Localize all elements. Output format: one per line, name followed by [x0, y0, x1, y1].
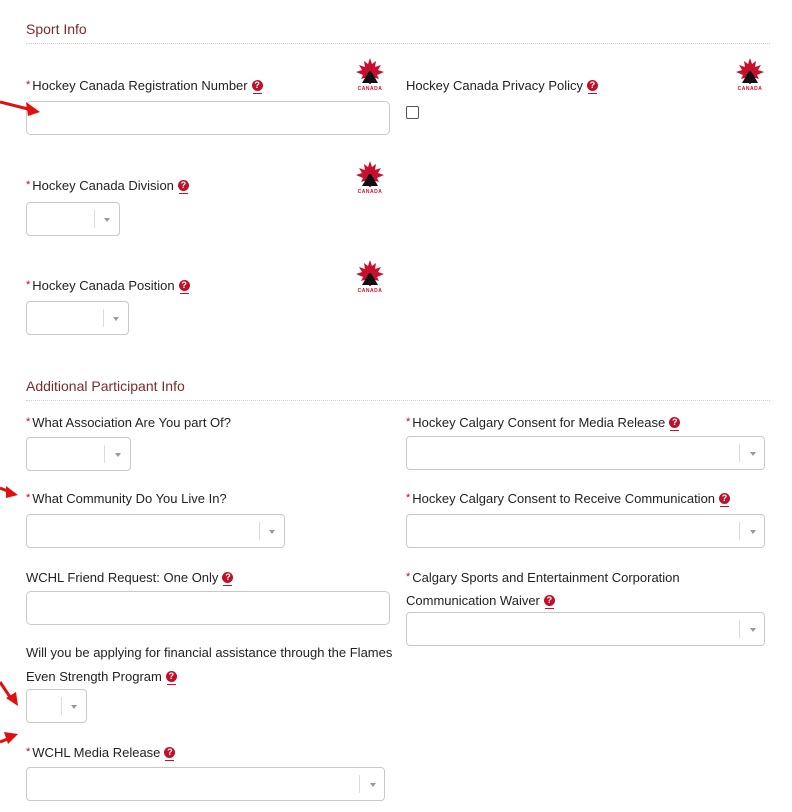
hockey-canada-logo-icon: CANADA — [352, 57, 388, 93]
association-label: * What Association Are You part Of? — [26, 415, 232, 430]
registration-number-label: * Hockey Canada Registration Number? — [26, 76, 263, 95]
help-icon[interactable]: ? — [719, 493, 731, 508]
consent-communication-label: * Hockey Calgary Consent to Receive Commu… — [406, 489, 731, 508]
chevron-down-icon — [750, 530, 756, 534]
friend-request-input[interactable] — [26, 591, 390, 625]
community-select[interactable] — [26, 514, 285, 548]
wchl-media-release-label: * WCHL Media Release? — [26, 743, 176, 762]
annotation-arrow-icon — [0, 732, 18, 744]
association-select[interactable] — [26, 437, 131, 471]
privacy-policy-checkbox[interactable] — [406, 106, 419, 119]
hockey-canada-logo-icon: CANADA — [732, 57, 768, 93]
hockey-canada-logo-icon: CANADA — [352, 160, 388, 196]
chevron-down-icon — [115, 453, 121, 457]
help-icon[interactable]: ? — [177, 180, 189, 195]
consent-media-select[interactable] — [406, 436, 765, 470]
wchl-media-release-select[interactable] — [26, 767, 385, 801]
consent-communication-select[interactable] — [406, 514, 765, 548]
division-label: * Hockey Canada Division? — [26, 176, 189, 195]
chevron-down-icon — [370, 783, 376, 787]
division-select[interactable] — [26, 202, 120, 236]
section-title-additional-info: Additional Participant Info — [26, 378, 185, 394]
consent-media-label: * Hockey Calgary Consent for Media Releas… — [406, 413, 681, 432]
community-label: * What Community Do You Live In? — [26, 491, 227, 506]
section-divider — [26, 400, 770, 401]
annotation-arrow-icon — [0, 100, 40, 116]
registration-number-input[interactable] — [26, 101, 390, 135]
financial-assistance-label: Will you be applying for financial assis… — [26, 645, 393, 686]
chevron-down-icon — [113, 317, 119, 321]
help-icon[interactable]: ? — [164, 747, 176, 762]
help-icon[interactable]: ? — [222, 572, 234, 587]
section-divider — [26, 43, 770, 44]
chevron-down-icon — [71, 705, 77, 709]
help-icon[interactable]: ? — [587, 80, 599, 95]
help-icon[interactable]: ? — [669, 417, 681, 432]
annotation-arrow-icon — [0, 486, 18, 498]
help-icon[interactable]: ? — [543, 595, 555, 610]
friend-request-label: WCHL Friend Request: One Only? — [26, 568, 234, 587]
csec-waiver-label: * Calgary Sports and Entertainment Corpor… — [406, 570, 680, 610]
financial-assistance-select[interactable] — [26, 689, 87, 723]
hockey-canada-logo-icon: CANADA — [352, 259, 388, 295]
help-icon[interactable]: ? — [165, 671, 177, 686]
chevron-down-icon — [750, 452, 756, 456]
chevron-down-icon — [104, 218, 110, 222]
position-label: * Hockey Canada Position? — [26, 276, 190, 295]
privacy-policy-label: Hockey Canada Privacy Policy? — [406, 76, 599, 95]
section-title-sport-info: Sport Info — [26, 21, 87, 37]
position-select[interactable] — [26, 301, 129, 335]
csec-waiver-select[interactable] — [406, 612, 765, 646]
chevron-down-icon — [750, 628, 756, 632]
chevron-down-icon — [269, 530, 275, 534]
annotation-arrow-icon — [0, 681, 18, 706]
help-icon[interactable]: ? — [251, 80, 263, 95]
help-icon[interactable]: ? — [178, 280, 190, 295]
